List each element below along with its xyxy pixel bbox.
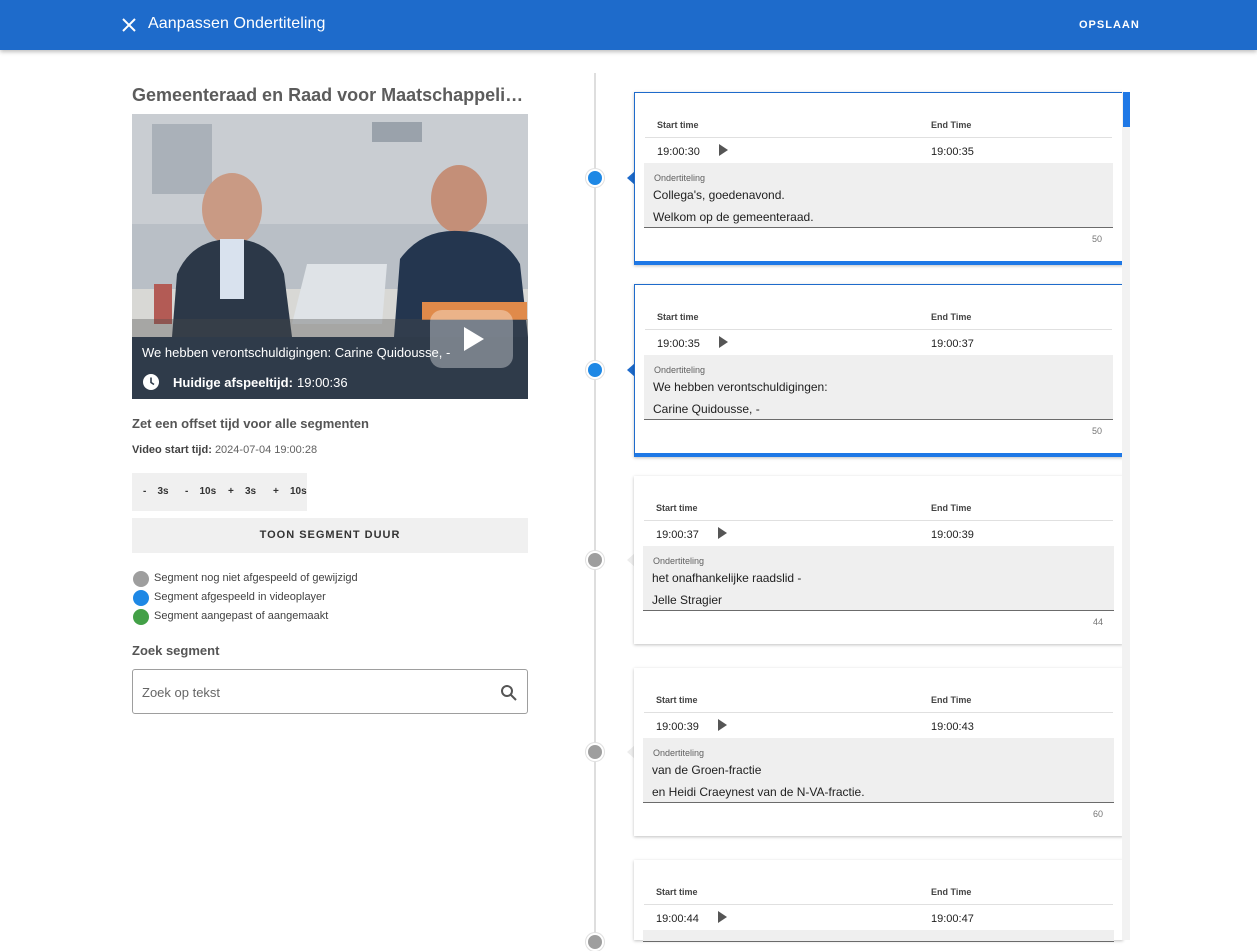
clock-icon [143,374,159,390]
end-time-header: End Time [931,120,972,130]
blue-dot-icon [133,590,149,606]
start-time-value[interactable]: 19:00:39 [656,721,699,733]
subtitle-field: Ondertiteling het onafhankelijke raadsli… [643,546,1114,611]
green-dot-icon [133,609,149,625]
video-start-value: 2024-07-04 19:00:28 [214,444,318,456]
legend-label: Segment nog niet afgespeeld of gewijzigd [154,572,358,584]
end-time-header: End Time [931,695,972,705]
video-player[interactable]: We hebben verontschuldigingen: Carine Qu… [132,114,528,399]
segment-card[interactable]: Start time End Time 19:00:30 19:00:35 On… [634,92,1123,265]
page-title: Aanpassen Ondertiteling [148,15,326,32]
subtitle-field-label: Ondertiteling [654,173,706,183]
start-time-value[interactable]: 19:00:37 [656,529,699,541]
video-subtitle: We hebben verontschuldigingen: Carine Qu… [142,345,451,360]
timeline-dot [586,551,604,569]
offset-button-group: - 3s - 10s + 3s + 10s [132,473,307,511]
subtitle-field: Ondertiteling We hebben verontschuldigin… [644,355,1113,420]
divider [644,520,1113,521]
video-start-time: Video start tijd: 2024-07-04 19:00:28 [132,444,317,456]
scrollbar-track[interactable] [1122,92,1130,940]
start-time-value[interactable]: 19:00:44 [656,913,699,925]
subtitle-field [643,930,1114,942]
legend-label: Segment afgespeeld in videoplayer [154,591,326,603]
segment-card[interactable]: Start time End Time 19:00:39 19:00:43 On… [634,668,1123,836]
offset-plus-3s-button[interactable]: + 3s [228,486,256,497]
search-input[interactable] [142,682,482,702]
divider [644,904,1113,905]
subtitle-field-label: Ondertiteling [653,556,705,566]
timeline-line [594,73,596,940]
play-icon[interactable] [715,526,729,540]
start-time-value[interactable]: 19:00:30 [657,146,700,158]
start-time-header: Start time [657,120,699,130]
end-time-value[interactable]: 19:00:47 [931,913,974,925]
current-time-label: Huidige afspeeltijd: [173,375,293,390]
subtitle-field-label: Ondertiteling [654,365,706,375]
play-icon[interactable] [716,335,730,349]
start-time-header: Start time [656,695,698,705]
character-count: 60 [1092,809,1103,819]
play-icon[interactable] [715,910,729,924]
subtitle-textarea[interactable]: We hebben verontschuldigingen: Carine Qu… [653,376,1093,420]
scrollbar-thumb[interactable] [1123,92,1130,127]
offset-minus-3s-button[interactable]: - 3s [143,486,169,497]
save-button[interactable]: OPSLAAN [1068,13,1151,37]
close-icon[interactable] [119,15,139,35]
search-title: Zoek segment [132,643,220,658]
offset-title: Zet een offset tijd voor alle segmenten [132,416,369,431]
grey-dot-icon [133,571,149,587]
video-start-label: Video start tijd: [132,444,212,456]
character-count: 50 [1091,234,1102,244]
show-segment-duration-button[interactable]: TOON SEGMENT DUUR [132,518,528,553]
app-bar: Aanpassen Ondertiteling OPSLAAN [0,0,1257,50]
search-field [132,669,528,714]
divider [645,329,1112,330]
end-time-value[interactable]: 19:00:39 [931,529,974,541]
play-icon[interactable] [716,143,730,157]
divider [645,137,1112,138]
end-time-value[interactable]: 19:00:43 [931,721,974,733]
subtitle-textarea[interactable]: Collega's, goedenavond. Welkom op de gem… [653,184,1093,228]
offset-minus-10s-button[interactable]: - 10s [185,486,216,497]
end-time-value[interactable]: 19:00:37 [931,338,974,350]
subtitle-field-label: Ondertiteling [653,748,705,758]
subtitle-textarea[interactable]: van de Groen-fractie en Heidi Craeynest … [652,759,1092,803]
segment-card[interactable]: Start time End Time 19:00:35 19:00:37 On… [634,284,1123,457]
divider [644,712,1113,713]
search-icon[interactable] [500,684,518,702]
timeline-dot [586,169,604,187]
character-count: 44 [1092,617,1103,627]
video-frame [132,114,528,337]
end-time-value[interactable]: 19:00:35 [931,146,974,158]
start-time-header: Start time [657,312,699,322]
current-time-value: 19:00:36 [297,375,348,390]
end-time-header: End Time [931,503,972,513]
end-time-header: End Time [931,887,972,897]
subtitle-field: Ondertiteling van de Groen-fractie en He… [643,738,1114,803]
timeline-dot [586,361,604,379]
start-time-value[interactable]: 19:00:35 [657,338,700,350]
play-icon[interactable] [715,718,729,732]
subtitle-textarea[interactable]: het onafhankelijke raadslid - Jelle Stra… [652,567,1092,611]
timeline-dot [586,933,604,951]
segment-card[interactable]: Start time End Time 19:00:44 19:00:47 [634,860,1123,942]
offset-plus-10s-button[interactable]: + 10s [273,486,307,497]
subtitle-field: Ondertiteling Collega's, goedenavond. We… [644,163,1113,228]
video-title: Gemeenteraad en Raad voor Maatschappelij… [132,85,528,105]
start-time-header: Start time [656,887,698,897]
start-time-header: Start time [656,503,698,513]
end-time-header: End Time [931,312,972,322]
timeline-dot [586,743,604,761]
legend-label: Segment aangepast of aangemaakt [154,610,329,622]
character-count: 50 [1091,426,1102,436]
segment-card[interactable]: Start time End Time 19:00:37 19:00:39 On… [634,476,1123,644]
